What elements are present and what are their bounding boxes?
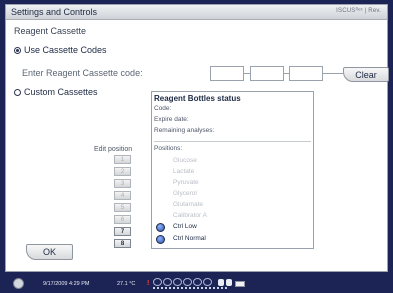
edit-position-label: Edit position	[94, 146, 133, 153]
position-item: Glucose	[173, 157, 197, 164]
slot-icon	[173, 278, 182, 286]
slot-icon	[183, 278, 192, 286]
bottle-icon	[156, 235, 165, 244]
sample-slots	[153, 278, 212, 286]
code-label: Code:	[154, 105, 172, 112]
bottle-icon	[156, 223, 165, 232]
remaining-label: Remaining analyses:	[154, 127, 215, 134]
window-title: Settings and Controls	[11, 7, 98, 17]
radio-use-codes[interactable]	[14, 46, 21, 54]
power-icon[interactable]	[13, 278, 24, 289]
radio-custom[interactable]	[14, 88, 21, 96]
slot-icon	[163, 278, 172, 286]
slot-icon	[153, 278, 162, 286]
edit-position-button-7[interactable]: 7	[114, 227, 131, 236]
enter-code-label: Enter Reagent Cassette code:	[22, 68, 143, 78]
taskbar: 9/17/2009 4:29 PM 27.1 °C !	[0, 275, 393, 293]
use-cassette-codes-label: Use Cassette Codes	[24, 45, 107, 55]
position-item: Glycerol	[173, 190, 197, 197]
position-item: Pyruvate	[173, 179, 199, 186]
position-item: Calibrator A	[173, 212, 207, 219]
slot-icon	[203, 278, 212, 286]
status-title: Reagent Bottles status	[154, 94, 241, 103]
clear-button[interactable]: Clear	[343, 67, 389, 82]
edit-position-button-6[interactable]: 6	[114, 215, 131, 224]
temperature: 27.1 °C	[117, 281, 136, 287]
position-item: Lactate	[173, 168, 195, 175]
warning-icon[interactable]: !	[147, 280, 149, 287]
keyboard-icon[interactable]	[235, 281, 245, 287]
position-item: Ctrl Normal	[173, 235, 206, 242]
section-title: Reagent Cassette	[14, 26, 87, 36]
ok-button[interactable]: OK	[26, 244, 73, 260]
edit-position-button-3[interactable]: 3	[114, 179, 131, 188]
datetime: 9/17/2009 4:29 PM	[43, 281, 90, 287]
position-item: Glutamate	[173, 201, 203, 208]
code-field-3[interactable]	[289, 66, 323, 81]
custom-cassettes-option[interactable]: Custom Cassettes	[14, 87, 98, 97]
positions-label: Positions:	[154, 145, 183, 152]
edit-position-button-2[interactable]: 2	[114, 167, 131, 176]
dots-indicator	[153, 287, 228, 289]
title-bar: Settings and Controls ISCUSᶠˡᵉˣ | Rev.	[6, 5, 387, 20]
code-field-1[interactable]	[210, 66, 244, 81]
use-cassette-codes-option[interactable]: Use Cassette Codes	[14, 45, 107, 55]
edit-position-button-8[interactable]: 8	[114, 239, 131, 248]
slot-icon	[193, 278, 202, 286]
divider	[154, 141, 311, 142]
edit-position-button-1[interactable]: 1	[114, 155, 131, 164]
position-item: Ctrl Low	[173, 223, 197, 230]
brand-label: ISCUSᶠˡᵉˣ | Rev.	[336, 8, 381, 14]
lamp-icon	[218, 279, 224, 286]
code-separator	[323, 73, 343, 74]
edit-position-button-5[interactable]: 5	[114, 203, 131, 212]
expire-label: Expire date:	[154, 116, 189, 123]
settings-window: Settings and Controls ISCUSᶠˡᵉˣ | Rev. R…	[5, 4, 389, 272]
custom-cassettes-label: Custom Cassettes	[24, 87, 98, 97]
edit-position-button-4[interactable]: 4	[114, 191, 131, 200]
reagent-status-panel: Reagent Bottles status Code: Expire date…	[151, 91, 314, 249]
code-field-2[interactable]	[250, 66, 284, 81]
lamp-icon	[226, 279, 232, 286]
